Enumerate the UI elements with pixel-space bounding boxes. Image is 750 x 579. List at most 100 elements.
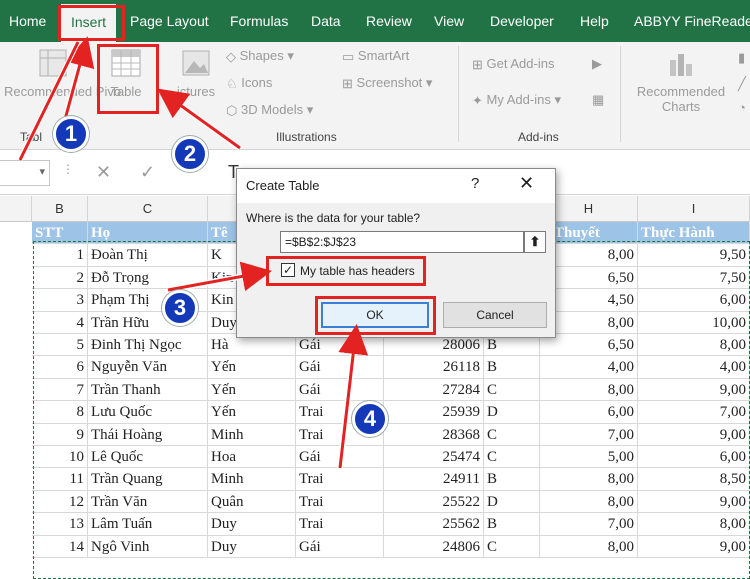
table-button[interactable]: Table	[104, 48, 148, 99]
table-cell[interactable]: 14	[32, 535, 88, 558]
table-cell[interactable]: Nguyễn Văn	[88, 356, 208, 379]
table-cell[interactable]: Trần Quang	[88, 468, 208, 491]
table-cell[interactable]: 12	[32, 490, 88, 514]
table-cell[interactable]: 4	[32, 311, 88, 334]
bing-icon[interactable]: ▶	[592, 56, 602, 72]
table-cell[interactable]: 8,50	[638, 468, 750, 491]
tab-home[interactable]: Home	[9, 0, 46, 42]
my-addins-button[interactable]: ✦ My Add-ins ▾	[472, 92, 561, 109]
table-cell[interactable]: 24911	[384, 468, 484, 491]
chevron-down-icon[interactable]: ▾	[39, 165, 45, 178]
table-cell[interactable]: 10	[32, 446, 88, 469]
table-cell[interactable]: Gái	[296, 446, 384, 469]
tab-help[interactable]: Help	[580, 0, 609, 42]
smartart-button[interactable]: ▭ SmartArt	[342, 48, 409, 65]
table-cell[interactable]: Trần Thanh	[88, 378, 208, 402]
line-chart-icon[interactable]: ╱	[738, 76, 746, 92]
table-cell[interactable]: 8,00	[540, 535, 638, 558]
table-cell[interactable]: 8,00	[638, 334, 750, 357]
help-icon[interactable]: ?	[471, 175, 479, 192]
table-cell[interactable]: 7,50	[638, 266, 750, 290]
table-cell[interactable]: 8,00	[540, 468, 638, 491]
table-cell[interactable]: 3	[32, 289, 88, 312]
table-cell[interactable]: Gái	[296, 356, 384, 379]
table-cell[interactable]: Hoa	[208, 446, 296, 469]
table-cell[interactable]: 8,00	[540, 378, 638, 402]
tab-view[interactable]: View	[434, 0, 464, 42]
table-cell[interactable]: Duy	[208, 513, 296, 536]
ok-button[interactable]: OK	[321, 302, 429, 328]
table-cell[interactable]: 5	[32, 334, 88, 357]
has-headers-label[interactable]: My table has headers	[300, 264, 415, 278]
table-range-input[interactable]	[280, 231, 524, 253]
table-cell[interactable]: C	[484, 446, 540, 469]
table-cell[interactable]: Minh	[208, 423, 296, 446]
table-cell[interactable]: 27284	[384, 378, 484, 402]
table-cell[interactable]: 6,00	[638, 289, 750, 312]
table-cell[interactable]: 9,00	[638, 378, 750, 402]
column-header-b[interactable]: B	[32, 196, 88, 222]
table-cell[interactable]: 4,00	[638, 356, 750, 379]
table-cell[interactable]: Trai	[296, 490, 384, 514]
table-cell[interactable]: Yến	[208, 378, 296, 402]
table-cell[interactable]: 6,00	[638, 446, 750, 469]
table-cell[interactable]: Thái Hoàng	[88, 423, 208, 446]
table-cell[interactable]: 7,00	[540, 513, 638, 536]
tab-abbyy[interactable]: ABBYY FineReader	[634, 0, 750, 42]
table-cell[interactable]: 2	[32, 266, 88, 290]
table-cell[interactable]: C	[484, 378, 540, 402]
table-cell[interactable]: Gái	[296, 535, 384, 558]
tab-insert[interactable]: Insert	[61, 4, 117, 42]
table-cell[interactable]: Trai	[296, 468, 384, 491]
table-cell[interactable]: 8	[32, 401, 88, 424]
table-cell[interactable]: 13	[32, 513, 88, 536]
table-cell[interactable]: D	[484, 401, 540, 424]
tab-data[interactable]: Data	[311, 0, 341, 42]
table-cell[interactable]: 9,00	[638, 423, 750, 446]
table-cell[interactable]: Trần Văn	[88, 490, 208, 514]
table-cell[interactable]: 8,00	[540, 490, 638, 514]
get-addins-button[interactable]: ⊞ Get Add-ins	[472, 56, 554, 73]
screenshot-button[interactable]: ⊞ Screenshot ▾	[342, 75, 432, 92]
table-cell[interactable]: B	[484, 468, 540, 491]
table-cell[interactable]: Gái	[296, 378, 384, 402]
table-cell[interactable]: 24806	[384, 535, 484, 558]
table-cell[interactable]: Yến	[208, 401, 296, 424]
pictures-button[interactable]: ictures	[172, 48, 220, 99]
collapse-dialog-icon[interactable]: ⬆	[524, 231, 546, 253]
name-box[interactable]: ▾	[0, 160, 50, 186]
table-cell[interactable]: 11	[32, 468, 88, 491]
icons-button[interactable]: ♘ Icons	[226, 75, 272, 92]
table-cell[interactable]: Trai	[296, 513, 384, 536]
table-cell[interactable]: Yến	[208, 356, 296, 379]
table-cell[interactable]: C	[484, 535, 540, 558]
table-cell[interactable]: 7,00	[540, 423, 638, 446]
table-cell[interactable]: 1	[32, 244, 88, 267]
enter-formula-icon[interactable]: ✓	[140, 162, 155, 183]
table-cell[interactable]: B	[484, 356, 540, 379]
tab-developer[interactable]: Developer	[490, 0, 554, 42]
table-cell[interactable]: 7	[32, 378, 88, 402]
table-cell[interactable]: 5,00	[540, 446, 638, 469]
column-chart-icon[interactable]: ▮	[738, 50, 745, 66]
table-cell[interactable]: Đoàn Thị	[88, 244, 208, 267]
table-cell[interactable]: Minh	[208, 468, 296, 491]
column-header-i[interactable]: I	[638, 196, 750, 222]
table-cell[interactable]: C	[484, 423, 540, 446]
table-cell[interactable]: Ngô Vinh	[88, 535, 208, 558]
people-graph-icon[interactable]: ▦	[592, 92, 604, 108]
shapes-button[interactable]: ◇ Shapes ▾	[226, 48, 294, 65]
tab-review[interactable]: Review	[366, 0, 412, 42]
table-cell[interactable]: Lê Quốc	[88, 446, 208, 469]
recommended-charts-button[interactable]: Recommended Charts	[628, 48, 734, 114]
header-cell[interactable]: Họ	[88, 222, 208, 245]
table-cell[interactable]: 25522	[384, 490, 484, 514]
table-cell[interactable]: 4,00	[540, 356, 638, 379]
header-cell[interactable]: STT	[32, 222, 88, 245]
table-cell[interactable]: 9	[32, 423, 88, 446]
table-cell[interactable]: 9,00	[638, 535, 750, 558]
table-cell[interactable]: Duy	[208, 535, 296, 558]
recommended-pivot-button[interactable]: Recommended Pivo	[4, 48, 121, 99]
table-cell[interactable]: Quân	[208, 490, 296, 514]
table-cell[interactable]: Lâm Tuấn	[88, 513, 208, 536]
